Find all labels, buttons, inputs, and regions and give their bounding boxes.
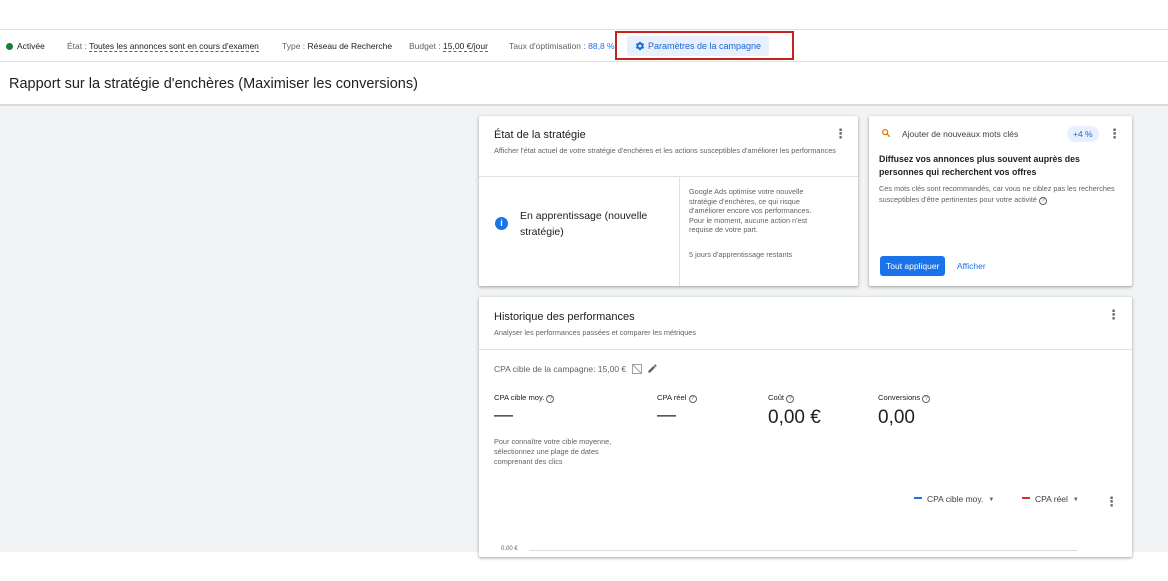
page-title: Rapport sur la stratégie d'enchères (Max… bbox=[9, 76, 418, 92]
target-cpa-line: CPA cible de la campagne: 15,00 € bbox=[494, 363, 658, 374]
search-icon bbox=[882, 129, 891, 138]
campaign-state[interactable]: État : Toutes les annonces sont en cours… bbox=[67, 30, 259, 63]
axis-tick-label: 0,00 € bbox=[501, 546, 518, 552]
divider bbox=[679, 176, 680, 286]
campaign-status-bar: Activée État : Toutes les annonces sont … bbox=[0, 29, 1168, 62]
more-options-icon[interactable]: ⋮ bbox=[1108, 127, 1121, 141]
more-options-icon[interactable]: ⋮ bbox=[834, 127, 847, 141]
card-subtitle: Afficher l'état actuel de votre stratégi… bbox=[494, 146, 836, 155]
strategy-status-label: En apprentissage (nouvelle stratégie) bbox=[520, 210, 648, 238]
legend-swatch bbox=[914, 497, 922, 499]
metric-label: Coût ? bbox=[768, 393, 795, 403]
keywords-recommendation-card: Ajouter de nouveaux mots clés +4 % ⋮ Dif… bbox=[869, 116, 1132, 286]
recommendation-headline: Diffusez vos annonces plus souvent auprè… bbox=[879, 154, 1080, 177]
optimization-score[interactable]: Taux d'optimisation : 88,8 % bbox=[509, 30, 615, 63]
highlight-annotation-box bbox=[615, 31, 794, 60]
metric-note: Pour connaître votre cible moyenne, séle… bbox=[494, 437, 612, 466]
learning-remaining: 5 jours d'apprentissage restants bbox=[689, 250, 793, 259]
help-icon[interactable]: ? bbox=[786, 395, 795, 403]
metric-label: CPA cible moy. ? bbox=[494, 393, 555, 403]
campaign-type: Type : Réseau de Recherche bbox=[282, 41, 393, 51]
more-options-icon[interactable]: ⋮ bbox=[1107, 308, 1120, 322]
help-icon[interactable]: ? bbox=[1039, 197, 1047, 205]
strategy-status-card: État de la stratégie ⋮ Afficher l'état a… bbox=[479, 116, 858, 286]
metric-label: CPA réel ? bbox=[657, 393, 697, 403]
info-icon: i bbox=[495, 217, 508, 230]
metric-value: 0,00 bbox=[878, 407, 915, 428]
recommendation-title: Ajouter de nouveaux mots clés bbox=[902, 129, 1019, 139]
legend-series-selector[interactable]: CPA réel ▼ bbox=[1022, 494, 1079, 504]
strategy-description: Google Ads optimise votre nouvelle strat… bbox=[689, 187, 812, 235]
uplift-badge: +4 % bbox=[1067, 126, 1099, 142]
campaign-budget[interactable]: Budget : 15,00 €/jour bbox=[409, 30, 488, 63]
card-title: Historique des performances bbox=[494, 311, 635, 323]
show-button[interactable]: Afficher bbox=[957, 256, 986, 276]
metric-label: Conversions ? bbox=[878, 393, 931, 403]
metric-value: — bbox=[657, 405, 676, 426]
dropdown-caret-icon: ▼ bbox=[1072, 497, 1079, 503]
help-icon[interactable]: ? bbox=[688, 395, 697, 403]
dropdown-caret-icon: ▼ bbox=[988, 497, 995, 503]
chart-toggle-icon[interactable] bbox=[631, 364, 642, 374]
performance-history-card: Historique des performances ⋮ Analyser l… bbox=[479, 297, 1132, 557]
card-subtitle: Analyser les performances passées et com… bbox=[494, 328, 696, 337]
help-icon[interactable]: ? bbox=[922, 395, 931, 403]
edit-pencil-icon[interactable] bbox=[647, 363, 658, 374]
apply-all-button[interactable]: Tout appliquer bbox=[880, 256, 946, 276]
status-dot-icon bbox=[6, 43, 13, 50]
help-icon[interactable]: ? bbox=[546, 395, 555, 403]
legend-swatch bbox=[1022, 497, 1030, 499]
divider bbox=[479, 349, 1132, 350]
legend-series-selector[interactable]: CPA cible moy. ▼ bbox=[914, 494, 994, 504]
metric-value: 0,00 € bbox=[768, 407, 821, 428]
chart-axis-line bbox=[529, 550, 1077, 551]
recommendation-description: Ces mots clés sont recommandés, car vous… bbox=[879, 184, 1115, 205]
divider bbox=[479, 176, 858, 177]
metric-value: — bbox=[494, 405, 513, 426]
campaign-status[interactable]: Activée bbox=[6, 30, 45, 63]
card-title: État de la stratégie bbox=[494, 129, 586, 141]
chart-options-icon[interactable]: ⋮ bbox=[1105, 495, 1118, 509]
